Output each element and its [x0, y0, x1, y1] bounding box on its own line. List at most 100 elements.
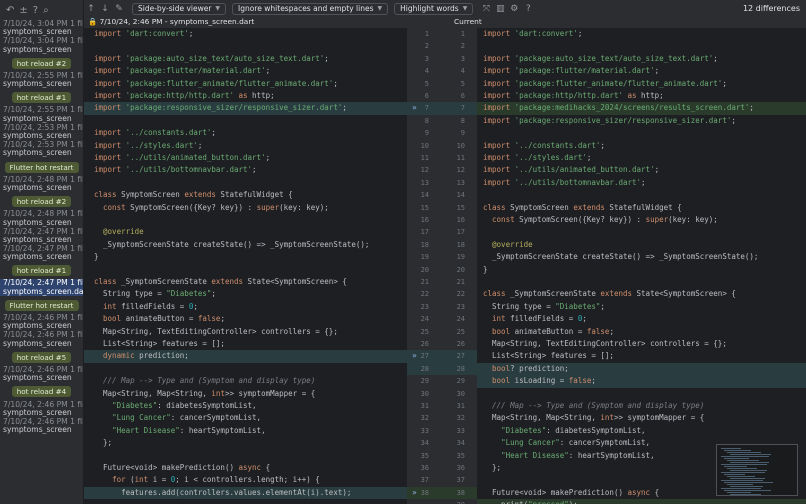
left-code-line[interactable]: Future<void> makePrediction() async { [84, 462, 407, 474]
right-code-line[interactable]: import 'package:auto_size_text/auto_size… [477, 53, 806, 65]
left-code-line[interactable]: dynamic prediction; [84, 350, 407, 363]
right-code-line[interactable]: import 'package:flutter/material.dart'; [477, 65, 806, 77]
history-entry[interactable]: 7/10/24, 2:48 PM 1 file symptoms_screen [0, 176, 83, 193]
left-code-line[interactable]: "Lung Cancer": cancerSymptomList, [84, 412, 407, 424]
right-code-line[interactable]: import '../constants.dart'; [477, 140, 806, 152]
left-code-line[interactable] [84, 450, 407, 462]
left-code-line[interactable]: import '../styles.dart'; [84, 140, 407, 152]
side-by-side-icon[interactable]: ▥ [493, 4, 507, 14]
right-code-line[interactable]: import 'package:medihacks_2024/screens/r… [477, 102, 806, 115]
history-entry[interactable]: 7/10/24, 2:46 PM 1 file symptoms_screen [0, 331, 83, 349]
right-editor[interactable]: import 'dart:convert'; import 'package:au… [477, 28, 806, 504]
right-code-line[interactable]: String type = "Diabetes"; [477, 301, 806, 313]
history-entry[interactable]: 7/10/24, 2:47 PM 1 file symptoms_screen [0, 228, 83, 245]
left-code-line[interactable]: import '../utils/bottomnavbar.dart'; [84, 164, 407, 176]
history-entry[interactable]: 7/10/24, 2:55 PM 1 file symptoms_screen [0, 106, 83, 124]
help-icon[interactable]: ? [33, 5, 38, 16]
left-code-line[interactable]: String type = "Diabetes"; [84, 288, 407, 300]
whitespace-dropdown[interactable]: Ignore whitespaces and empty lines ▼ [232, 2, 389, 15]
right-code-line[interactable]: bool isLoading = false; [477, 375, 806, 388]
left-code-line[interactable]: bool animateButton = false; [84, 313, 407, 325]
right-code-line[interactable]: _SymptomScreenState createState() => _Sy… [477, 251, 806, 263]
history-entry[interactable]: 7/10/24, 2:46 PM 1 file symptoms_screen [0, 401, 83, 418]
right-code-line[interactable]: import 'package:responsive_sizer/respons… [477, 115, 806, 127]
down-arrow-icon[interactable]: ↓ [98, 4, 112, 14]
left-code-line[interactable] [84, 115, 407, 127]
left-code-line[interactable]: import 'package:flutter/material.dart'; [84, 65, 407, 77]
left-code-line[interactable]: int filledFields = 0; [84, 301, 407, 313]
history-entry[interactable]: 7/10/24, 2:53 PM 1 file symptoms_screen [0, 141, 83, 159]
left-code-line[interactable] [84, 177, 407, 189]
left-code-line[interactable]: "Heart Disease": heartSymptomList, [84, 425, 407, 437]
left-code-line[interactable]: import 'package:auto_size_text/auto_size… [84, 53, 407, 65]
left-code-line[interactable]: const SymptomScreen({Key? key}) : super(… [84, 202, 407, 214]
history-entry[interactable]: 7/10/24, 3:04 PM 1 file symptoms_screen [0, 20, 83, 38]
left-editor[interactable]: import 'dart:convert'; import 'package:au… [84, 28, 407, 504]
history-entry[interactable]: 7/10/24, 2:48 PM 1 file symptoms_screen [0, 210, 83, 228]
left-code-line[interactable]: }; [84, 437, 407, 449]
help-icon-2[interactable]: ? [521, 4, 535, 14]
search-icon[interactable]: ⌕ [43, 5, 49, 16]
right-code-line[interactable] [477, 40, 806, 52]
left-code-line[interactable]: import 'package:http/http.dart' as http; [84, 90, 407, 102]
right-code-line[interactable]: class SymptomScreen extends StatefulWidg… [477, 202, 806, 214]
right-code-line[interactable]: import 'dart:convert'; [477, 28, 806, 40]
history-entry[interactable]: 7/10/24, 2:47 PM 1 file symptoms_screen [0, 245, 83, 263]
right-code-line[interactable]: import '../utils/animated_button.dart'; [477, 164, 806, 176]
left-code-line[interactable]: import '../constants.dart'; [84, 127, 407, 139]
right-code-line[interactable] [477, 189, 806, 201]
collapse-icon[interactable]: ⤧ [479, 4, 493, 14]
right-code-line[interactable]: } [477, 264, 806, 276]
left-code-line[interactable]: Map<String, Map<String, int>> symptomMap… [84, 388, 407, 400]
right-code-line[interactable]: int filledFields = 0; [477, 313, 806, 325]
right-code-line[interactable]: import 'package:flutter_animate/flutter_… [477, 78, 806, 90]
right-code-line[interactable]: class _SymptomScreenState extends State<… [477, 288, 806, 300]
history-entry[interactable]: 7/10/24, 2:46 PM 1 file symptoms_screen [0, 314, 83, 332]
left-code-line[interactable]: "Diabetes": diabetesSymptomList, [84, 400, 407, 412]
left-code-line[interactable] [84, 363, 407, 375]
left-code-line[interactable]: List<String> features = []; [84, 338, 407, 350]
history-entry[interactable]: 7/10/24, 2:46 PM 1 file symptoms_screen [0, 418, 83, 436]
right-code-line[interactable]: print("pressed"); [477, 499, 806, 504]
right-code-line[interactable]: /// Map --> Type and (Symptom and displa… [477, 400, 806, 412]
right-code-line[interactable]: bool animateButton = false; [477, 326, 806, 338]
right-code-line[interactable]: Map<String, TextEditingController> contr… [477, 338, 806, 350]
left-code-line[interactable]: import 'package:flutter_animate/flutter_… [84, 78, 407, 90]
history-entry[interactable]: 7/10/24, 2:55 PM 1 file symptoms_screen [0, 72, 83, 90]
right-code-line[interactable]: @override [477, 239, 806, 251]
viewer-dropdown[interactable]: Side-by-side viewer ▼ [132, 2, 227, 15]
left-code-line[interactable]: } [84, 251, 407, 263]
right-code-line[interactable]: import '../utils/bottomnavbar.dart'; [477, 177, 806, 189]
right-code-line[interactable]: List<String> features = []; [477, 350, 806, 362]
left-code-line[interactable] [84, 40, 407, 52]
left-code-line[interactable]: import 'package:responsive_sizer/respons… [84, 102, 407, 115]
minimap[interactable] [716, 444, 798, 496]
right-code-line[interactable]: import 'package:http/http.dart' as http; [477, 90, 806, 102]
left-code-line[interactable]: /// Map --> Type and (Symptom and displa… [84, 375, 407, 387]
left-code-line[interactable]: @override [84, 226, 407, 238]
right-code-line[interactable] [477, 226, 806, 238]
history-entry[interactable]: 7/10/24, 3:04 PM 1 file symptoms_screen [0, 37, 83, 55]
right-code-line[interactable]: Map<String, Map<String, int>> symptomMap… [477, 412, 806, 424]
left-code-line[interactable]: class _SymptomScreenState extends State<… [84, 276, 407, 288]
left-code-line[interactable]: _SymptomScreenState createState() => _Sy… [84, 239, 407, 251]
up-arrow-icon[interactable]: ↑ [84, 4, 98, 14]
right-code-line[interactable] [477, 388, 806, 400]
right-code-line[interactable]: "Diabetes": diabetesSymptomList, [477, 425, 806, 437]
left-code-line[interactable] [84, 214, 407, 226]
left-code-line[interactable]: Map<String, TextEditingController> contr… [84, 326, 407, 338]
history-entry[interactable]: 7/10/24, 2:46 PM 1 file symptoms_screen [0, 366, 83, 384]
right-code-line[interactable]: const SymptomScreen({Key? key}) : super(… [477, 214, 806, 226]
left-code-line[interactable]: for (int i = 0; i < controllers.length; … [84, 474, 407, 486]
left-code-line[interactable]: features.add(controllers.values.elementA… [84, 486, 407, 500]
history-entry[interactable]: 7/10/24, 2:47 PM 1 file symptoms_screen.d… [0, 279, 83, 297]
left-code-line[interactable]: import '../utils/animated_button.dart'; [84, 152, 407, 164]
edit-icon[interactable]: ✎ [112, 4, 126, 14]
undo-icon[interactable]: ↶ [6, 5, 14, 16]
history-entry[interactable]: 7/10/24, 2:53 PM 1 file symptoms_screen [0, 124, 83, 142]
right-code-line[interactable] [477, 127, 806, 139]
right-code-line[interactable] [477, 276, 806, 288]
left-code-line[interactable] [84, 264, 407, 276]
right-code-line[interactable]: bool? prediction; [477, 362, 806, 376]
highlight-dropdown[interactable]: Highlight words ▼ [394, 2, 474, 15]
